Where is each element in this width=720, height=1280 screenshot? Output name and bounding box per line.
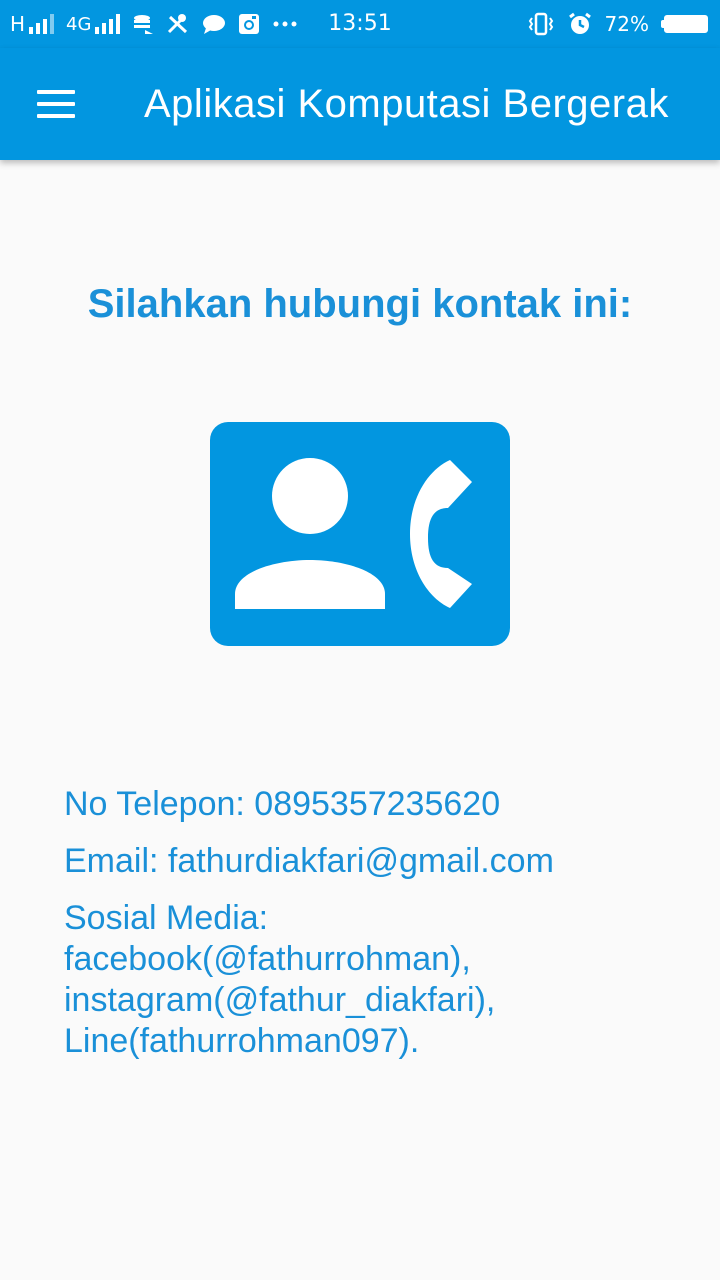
social-media: Sosial Media: facebook(@fathurrohman), i… (64, 898, 684, 1062)
network-type-h: H (10, 12, 26, 36)
contact-phone-icon (210, 422, 510, 646)
vibrate-icon (527, 12, 555, 36)
email-address: Email: fathurdiakfari@gmail.com (64, 842, 554, 880)
social-line: Line(fathurrohman097). (64, 1022, 420, 1060)
battery-percent: 72% (604, 12, 649, 36)
database-icon (132, 13, 154, 35)
status-time: 13:51 (328, 11, 392, 36)
app-title: Aplikasi Komputasi Bergerak (144, 81, 669, 126)
status-bar-right: 72% (527, 0, 708, 48)
battery-icon (661, 15, 708, 33)
status-bar-left: H 4G (10, 0, 298, 48)
instagram-icon (238, 13, 260, 35)
signal-icon (95, 14, 121, 34)
contact-info: No Telepon: 0895357235620 Email: fathurd… (64, 784, 684, 1062)
social-facebook: facebook(@fathurrohman), (64, 940, 471, 978)
tools-icon (166, 13, 190, 35)
chat-icon (202, 13, 226, 35)
signal-icon (29, 14, 55, 34)
status-bar: H 4G 13:51 72% (0, 0, 720, 48)
social-media-label: Sosial Media: (64, 899, 269, 937)
contact-heading: Silahkan hubungi kontak ini: (87, 282, 633, 326)
network-type-4g: 4G (66, 13, 92, 35)
more-dots-icon (272, 13, 298, 35)
signal-4g: 4G (66, 13, 121, 35)
alarm-icon (567, 12, 593, 36)
phone-number: No Telepon: 0895357235620 (64, 785, 501, 823)
social-instagram: instagram(@fathur_diakfari), (64, 981, 496, 1019)
app-bar: Aplikasi Komputasi Bergerak (0, 48, 720, 160)
signal-h: H (10, 12, 55, 36)
hamburger-menu-icon[interactable] (24, 74, 88, 134)
